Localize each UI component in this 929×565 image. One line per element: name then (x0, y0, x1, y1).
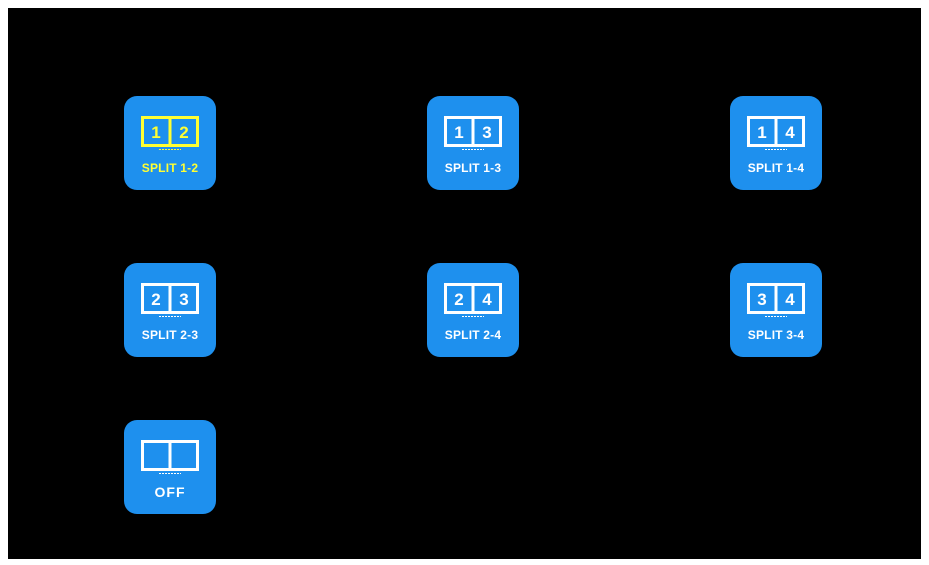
split-1-3-label: SPLIT 1-3 (444, 161, 502, 175)
split-1-2-button[interactable]: 1 2 SPLIT 1-2 (124, 96, 216, 190)
left-screen-number: 1 (454, 123, 463, 142)
split-off-button[interactable]: OFF (124, 420, 216, 514)
split-screen-icon: 2 3 (141, 283, 199, 319)
split-2-3-label: SPLIT 2-3 (141, 328, 199, 342)
split-off-label: OFF (154, 484, 186, 500)
split-screen-off-icon (141, 440, 199, 476)
split-3-4-label: SPLIT 3-4 (747, 328, 805, 342)
split-1-4-label: SPLIT 1-4 (747, 161, 805, 175)
split-3-4-button[interactable]: 3 4 SPLIT 3-4 (730, 263, 822, 357)
right-screen-number: 4 (785, 290, 795, 309)
split-screen-icon: 1 2 (141, 116, 199, 152)
split-2-3-button[interactable]: 2 3 SPLIT 2-3 (124, 263, 216, 357)
right-screen-number: 4 (482, 290, 492, 309)
split-1-2-label: SPLIT 1-2 (141, 161, 199, 175)
left-screen-number: 2 (454, 290, 463, 309)
right-screen-number: 3 (482, 123, 491, 142)
split-2-4-button[interactable]: 2 4 SPLIT 2-4 (427, 263, 519, 357)
split-screen-icon: 3 4 (747, 283, 805, 319)
split-1-4-button[interactable]: 1 4 SPLIT 1-4 (730, 96, 822, 190)
split-screen-menu: 1 2 SPLIT 1-2 1 3 SPLIT 1-3 1 4 SPLIT 1-… (8, 8, 921, 559)
right-screen-number: 2 (179, 123, 188, 142)
split-1-3-button[interactable]: 1 3 SPLIT 1-3 (427, 96, 519, 190)
left-screen-number: 1 (757, 123, 766, 142)
split-2-4-label: SPLIT 2-4 (444, 328, 502, 342)
left-screen-number: 3 (757, 290, 766, 309)
right-screen-number: 3 (179, 290, 188, 309)
left-screen-number: 2 (151, 290, 160, 309)
split-screen-icon: 2 4 (444, 283, 502, 319)
left-screen-number: 1 (151, 123, 160, 142)
right-screen-number: 4 (785, 123, 795, 142)
split-screen-icon: 1 3 (444, 116, 502, 152)
split-screen-icon: 1 4 (747, 116, 805, 152)
